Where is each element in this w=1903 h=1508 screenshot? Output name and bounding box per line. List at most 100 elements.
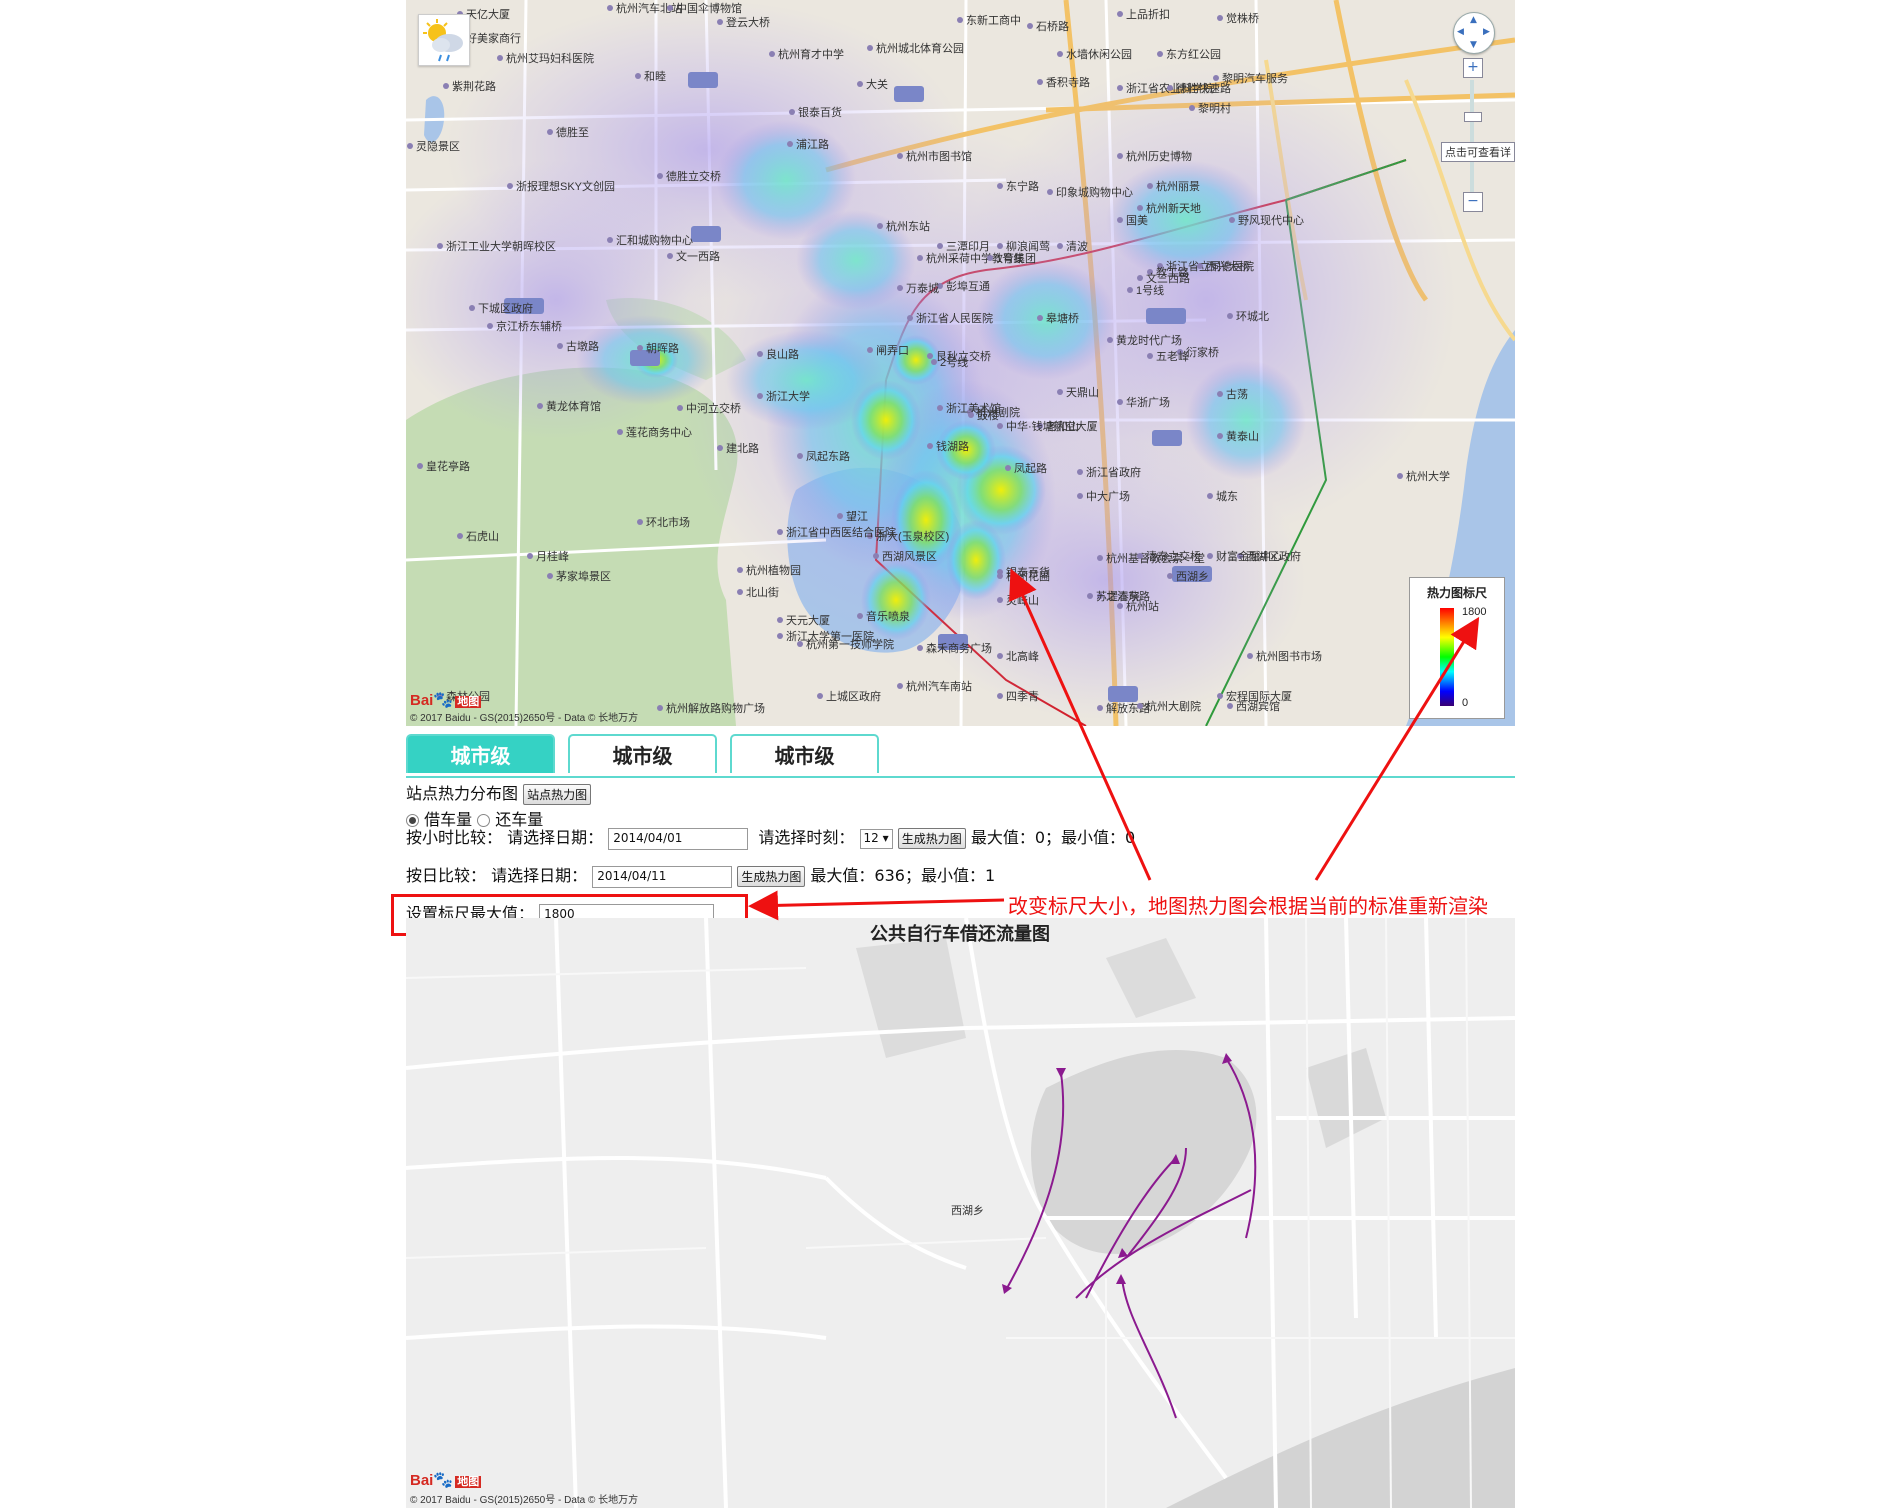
map-poi-icon[interactable] [1213,75,1219,81]
map-poi-icon[interactable] [1189,105,1195,111]
map-poi-icon[interactable] [1097,555,1103,561]
hourly-date-input[interactable]: 2014/04/01 [608,827,749,850]
map-poi-icon[interactable] [637,519,643,525]
map-poi-icon[interactable] [997,597,1003,603]
map-poi-icon[interactable] [1087,593,1093,599]
map-poi-icon[interactable] [797,641,803,647]
heatmap-map[interactable]: 天亿大厦 杭州汽车北站 中国伞博物馆 登云大桥 东新工商中 上品折扣 觉株桥 好美家商行 杭州艾… [406,0,1515,726]
map-poi-icon[interactable] [897,153,903,159]
hourly-generate-button[interactable]: 生成热力图 [897,828,966,849]
map-poi-icon[interactable] [897,683,903,689]
pan-down-icon[interactable]: ▼ [1470,40,1477,50]
map-poi-icon[interactable] [1197,263,1203,269]
map-poi-icon[interactable] [737,567,743,573]
map-poi-icon[interactable] [547,129,553,135]
map-poi-icon[interactable] [657,173,663,179]
map-poi-icon[interactable] [777,617,783,623]
pan-control[interactable]: ▲ ▼ ◀ ▶ [1453,12,1495,54]
map-poi-icon[interactable] [537,403,543,409]
zoom-slider-handle[interactable] [1464,112,1482,122]
map-poi-icon[interactable] [457,533,463,539]
map-poi-icon[interactable] [927,443,933,449]
map-poi-icon[interactable] [407,143,413,149]
map-poi-icon[interactable] [1037,79,1043,85]
map-poi-icon[interactable] [677,405,683,411]
map-poi-icon[interactable] [769,51,775,57]
map-poi-icon[interactable] [1137,703,1143,709]
map-poi-icon[interactable] [1227,703,1233,709]
map-poi-icon[interactable] [1117,85,1123,91]
map-poi-icon[interactable] [857,81,863,87]
map-poi-icon[interactable] [1147,183,1153,189]
map-poi-icon[interactable] [787,141,793,147]
map-poi-icon[interactable] [907,315,913,321]
tab-city-2[interactable]: 城市级 [568,734,717,773]
map-poi-icon[interactable] [877,223,883,229]
map-poi-icon[interactable] [737,589,743,595]
map-poi-icon[interactable] [1047,189,1053,195]
map-poi-icon[interactable] [1117,11,1123,17]
map-poi-icon[interactable] [637,345,643,351]
daily-date-input[interactable]: 2014/04/11 [592,865,733,888]
map-poi-icon[interactable] [607,237,613,243]
map-poi-icon[interactable] [1057,51,1063,57]
map-poi-icon[interactable] [757,393,763,399]
map-poi-icon[interactable] [777,633,783,639]
map-poi-icon[interactable] [997,183,1003,189]
map-poi-icon[interactable] [1137,553,1143,559]
map-poi-icon[interactable] [937,405,943,411]
map-poi-icon[interactable] [1217,693,1223,699]
map-poi-icon[interactable] [797,453,803,459]
map-poi-icon[interactable] [1167,573,1173,579]
station-heat-button[interactable]: 站点热力图 [523,784,592,805]
map-poi-icon[interactable] [997,243,1003,249]
map-poi-icon[interactable] [931,359,937,365]
map-poi-icon[interactable] [717,19,723,25]
pan-up-icon[interactable]: ▲ [1470,15,1477,25]
map-poi-icon[interactable] [1217,391,1223,397]
map-poi-icon[interactable] [873,553,879,559]
map-poi-icon[interactable] [1157,51,1163,57]
map-poi-icon[interactable] [1227,313,1233,319]
map-poi-icon[interactable] [469,305,475,311]
daily-generate-button[interactable]: 生成热力图 [737,866,806,887]
map-poi-icon[interactable] [1397,473,1403,479]
map-poi-icon[interactable] [417,463,423,469]
map-poi-icon[interactable] [937,243,943,249]
map-poi-icon[interactable] [757,351,763,357]
map-poi-icon[interactable] [667,5,673,11]
map-poi-icon[interactable] [789,109,795,115]
map-poi-icon[interactable] [667,253,673,259]
map-poi-icon[interactable] [1037,315,1043,321]
map-poi-icon[interactable] [917,255,923,261]
map-poi-icon[interactable] [1137,205,1143,211]
map-poi-icon[interactable] [1117,399,1123,405]
baidu-logo[interactable]: Bai🐾 地图 [410,690,482,710]
map-poi-icon[interactable] [777,529,783,535]
map-poi-icon[interactable] [1117,153,1123,159]
pan-right-icon[interactable]: ▶ [1483,27,1490,37]
map-poi-icon[interactable] [1097,705,1103,711]
map-poi-icon[interactable] [997,423,1003,429]
map-poi-icon[interactable] [927,353,933,359]
map-poi-icon[interactable] [1207,553,1213,559]
map-poi-icon[interactable] [617,429,623,435]
map-poi-icon[interactable] [1207,493,1213,499]
map-poi-icon[interactable] [1247,653,1253,659]
weather-widget[interactable] [418,14,470,66]
flow-map[interactable]: 西湖乡 Bai🐾 地图 © 2017 Baidu - GS(2015)2650号 … [406,918,1515,1508]
map-poi-icon[interactable] [1057,243,1063,249]
zoom-out-button[interactable]: − [1463,192,1483,212]
map-poi-icon[interactable] [1057,389,1063,395]
map-poi-icon[interactable] [1229,217,1235,223]
map-poi-icon[interactable] [1077,469,1083,475]
map-poi-icon[interactable] [968,412,974,418]
map-poi-icon[interactable] [997,573,1003,579]
tab-city-1[interactable]: 城市级 [406,734,555,773]
map-poi-icon[interactable] [1117,217,1123,223]
map-poi-icon[interactable] [1127,287,1133,293]
map-poi-icon[interactable] [1217,15,1223,21]
map-poi-icon[interactable] [837,513,843,519]
map-poi-icon[interactable] [817,693,823,699]
map-poi-icon[interactable] [437,243,443,249]
